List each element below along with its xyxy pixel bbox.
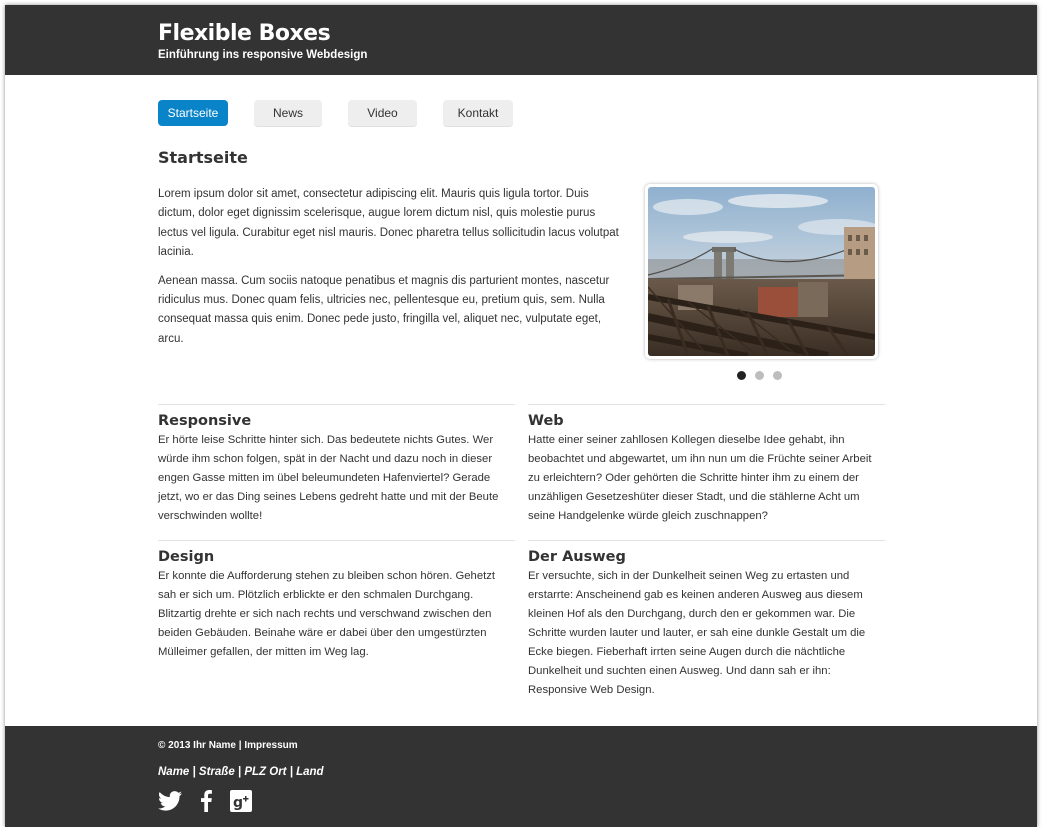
section-title: Design: [158, 549, 215, 565]
page-title: Startseite: [158, 148, 248, 167]
google-plus-icon[interactable]: g: [230, 790, 252, 812]
slider-dot-2[interactable]: [755, 371, 764, 380]
slider-dot-1[interactable]: [737, 371, 746, 380]
slider-pagination: [737, 371, 791, 380]
svg-text:g: g: [233, 795, 243, 811]
section-text: Er versuchte, sich in der Dunkelheit sei…: [528, 570, 866, 696]
bridge-photo: [648, 187, 875, 356]
footer-copyright[interactable]: © 2013 Ihr Name | Impressum: [158, 739, 1037, 753]
site-footer: © 2013 Ihr Name | Impressum Name | Straß…: [5, 726, 1037, 827]
section-responsive: Responsive Er hörte leise Schritte hinte…: [158, 404, 515, 526]
site-header: Flexible Boxes Einführung ins responsive…: [5, 5, 1037, 75]
site-title[interactable]: Flexible Boxes: [158, 20, 1037, 48]
nav-item-video[interactable]: Video: [348, 100, 417, 126]
social-links: g: [158, 790, 1037, 812]
nav-item-news[interactable]: News: [254, 100, 322, 126]
section-web: Web Hatte einer seiner zahllosen Kollege…: [528, 404, 885, 526]
browser-page: Flexible Boxes Einführung ins responsive…: [5, 5, 1037, 827]
facebook-icon[interactable]: [200, 790, 212, 812]
section-title: Web: [528, 413, 564, 429]
intro-text: Lorem ipsum dolor sit amet, consectetur …: [158, 185, 628, 358]
section-design: Design Er konnte die Aufforderung stehen…: [158, 540, 515, 662]
intro-paragraph-1: Lorem ipsum dolor sit amet, consectetur …: [158, 188, 619, 259]
image-slider[interactable]: [645, 184, 878, 359]
nav-item-kontakt[interactable]: Kontakt: [443, 100, 513, 126]
site-subtitle: Einführung ins responsive Webdesign: [158, 49, 368, 61]
twitter-icon[interactable]: [158, 791, 182, 811]
footer-address: Name | Straße | PLZ Ort | Land: [158, 766, 324, 778]
section-title: Der Ausweg: [528, 549, 626, 565]
intro-paragraph-2: Aenean massa. Cum sociis natoque penatib…: [158, 274, 610, 345]
section-text: Er konnte die Aufforderung stehen zu ble…: [158, 570, 496, 658]
slider-dot-3[interactable]: [773, 371, 782, 380]
section-text: Er hörte leise Schritte hinter sich. Das…: [158, 434, 499, 522]
nav-item-startseite[interactable]: Startseite: [158, 100, 228, 126]
section-der-ausweg: Der Ausweg Er versuchte, sich in der Dun…: [528, 540, 885, 700]
section-title: Responsive: [158, 413, 252, 429]
section-text: Hatte einer seiner zahllosen Kollegen di…: [528, 434, 872, 522]
main-navigation: Startseite News Video Kontakt: [158, 100, 539, 126]
